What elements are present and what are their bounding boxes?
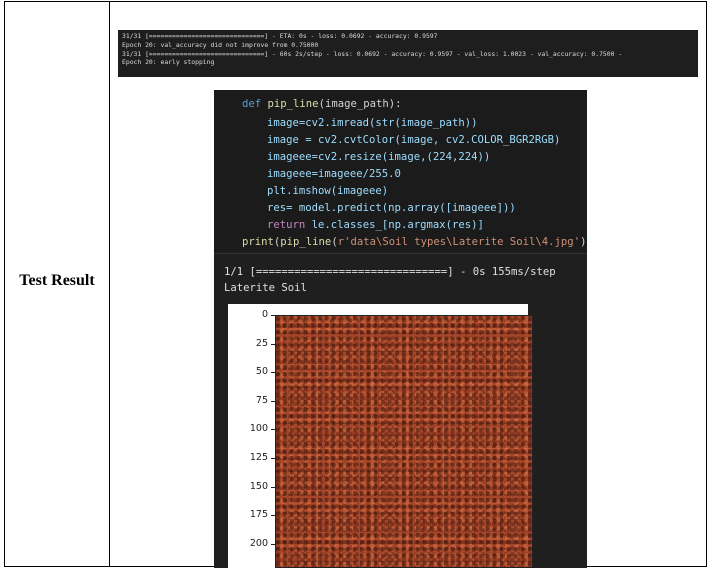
- code-line: image = cv2.cvtColor(image, cv2.COLOR_BG…: [267, 134, 561, 146]
- y-tick-label: 50: [255, 366, 268, 378]
- output-prediction: Laterite Soil: [224, 282, 307, 294]
- image-plot: 0 25 50 75 100 125 150 175 200: [228, 304, 533, 568]
- y-tick-label: 25: [255, 337, 268, 349]
- y-tick-label: 200: [249, 537, 268, 549]
- training-log: 31/31 [==============================] -…: [118, 30, 698, 77]
- output-progress: 1/1 [==============================] - 0…: [224, 266, 556, 278]
- y-tick: [271, 429, 275, 431]
- code-line-print: print(pip_line(r'data\Soil types\Laterit…: [242, 236, 587, 248]
- log-line: Epoch 20: early stopping: [122, 58, 215, 66]
- y-tick-label: 75: [255, 394, 268, 406]
- y-tick: [271, 400, 275, 402]
- row-label-cell: Test Result: [5, 2, 109, 566]
- y-tick: [271, 458, 275, 459]
- column-divider: [109, 2, 110, 566]
- code-line-def: def pip_line(image_path):: [242, 98, 402, 110]
- y-tick: [271, 372, 275, 374]
- code-line-return: return le.classes_[np.argmax(res)]: [267, 219, 484, 231]
- y-tick: [271, 315, 275, 316]
- y-tick-label: 150: [249, 480, 268, 492]
- y-tick: [271, 486, 275, 488]
- log-line: 31/31 [==============================] -…: [122, 32, 438, 40]
- code-line: image=cv2.imread(str(image_path)): [267, 117, 478, 129]
- code-line: imageee=cv2.resize(image,(224,224)): [267, 151, 491, 163]
- code-line: res= model.predict(np.array([imageee])): [267, 202, 516, 214]
- output-divider: [214, 253, 587, 254]
- code-line: imageee=imageee/255.0: [267, 168, 401, 180]
- row-label: Test Result: [19, 272, 95, 289]
- y-tick-label: 100: [249, 423, 268, 435]
- y-tick-label: 125: [249, 452, 268, 463]
- log-line: Epoch 20: val_accuracy did not improve f…: [122, 41, 319, 49]
- soil-image: [275, 315, 533, 568]
- y-tick: [271, 543, 275, 545]
- y-tick-label: 0: [261, 309, 268, 320]
- notebook-cell[interactable]: def pip_line(image_path): image=cv2.imre…: [214, 90, 587, 568]
- y-tick: [271, 515, 275, 517]
- code-line: plt.imshow(imageee): [267, 185, 389, 197]
- code-editor[interactable]: def pip_line(image_path): image=cv2.imre…: [214, 90, 587, 252]
- y-tick: [271, 343, 275, 345]
- y-tick-label: 175: [249, 509, 268, 521]
